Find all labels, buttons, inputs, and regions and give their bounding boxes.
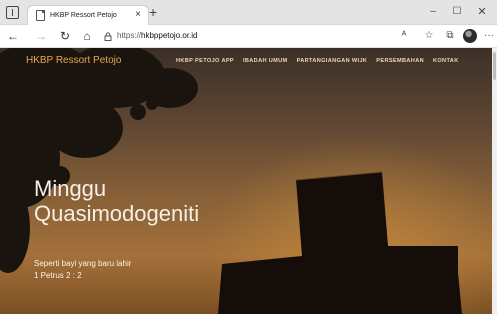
forward-button[interactable]: → [33,28,49,44]
scrollbar-thumb[interactable] [493,52,496,80]
reload-button[interactable]: ↻ [57,28,73,44]
new-tab-button[interactable]: + [149,5,157,19]
favorites-icon[interactable]: ☆ [422,29,436,43]
collections-icon[interactable]: ⧉ [443,29,457,43]
nav-item-ibadah-umum[interactable]: IBADAH UMUM [243,56,288,68]
url-domain: hkbppetojo.or.id [141,31,198,40]
site-navigation: HKBP PETOJO APP IBADAH UMUM PARTANGIANGA… [176,56,459,68]
site-logo[interactable]: HKBP Ressort Petojo [26,54,121,68]
url-text[interactable]: https://hkbppetojo.or.id [117,30,198,42]
tab-close-icon[interactable]: × [135,9,141,21]
nav-item-partangiangan-wijk[interactable]: PARTANGIANGAN WIJK [297,56,368,68]
read-aloud-icon[interactable]: ᴬ [397,29,411,43]
hero-quote: Seperti bayi yang baru lahir [34,259,132,268]
nav-item-app[interactable]: HKBP PETOJO APP [176,56,234,68]
nav-item-persembahan[interactable]: PERSEMBAHAN [376,56,424,68]
profile-avatar[interactable] [463,29,477,43]
back-button[interactable]: ← [5,28,21,44]
maximize-button[interactable]: ☐ [444,5,470,21]
minimize-button[interactable]: – [420,5,446,21]
more-menu-icon[interactable]: ··· [482,29,496,43]
hero-title: Minggu Quasimodogeniti [34,176,200,226]
tab-strip: HKBP Ressort Petojo × + – ☐ ✕ [0,0,497,25]
browser-toolbar: ← → ↻ ⌂ https://hkbppetojo.or.id ᴬ ☆ ⧉ ·… [0,25,497,48]
page-scrollbar[interactable] [492,48,497,314]
home-button[interactable]: ⌂ [79,28,95,44]
tab-actions-icon[interactable] [6,6,19,19]
hero-scripture-reference: 1 Petrus 2 : 2 [34,271,82,280]
web-page: HKBP Ressort Petojo HKBP PETOJO APP IBAD… [0,48,497,314]
url-prefix: https:// [117,31,142,40]
close-window-button[interactable]: ✕ [469,5,495,21]
page-favicon-icon [36,10,45,21]
tab-title: HKBP Ressort Petojo [50,12,117,19]
lock-icon [104,32,112,41]
browser-tab[interactable]: HKBP Ressort Petojo × [27,5,149,25]
address-bar[interactable]: https://hkbppetojo.or.id [100,28,418,45]
nav-item-kontak[interactable]: KONTAK [433,56,459,68]
